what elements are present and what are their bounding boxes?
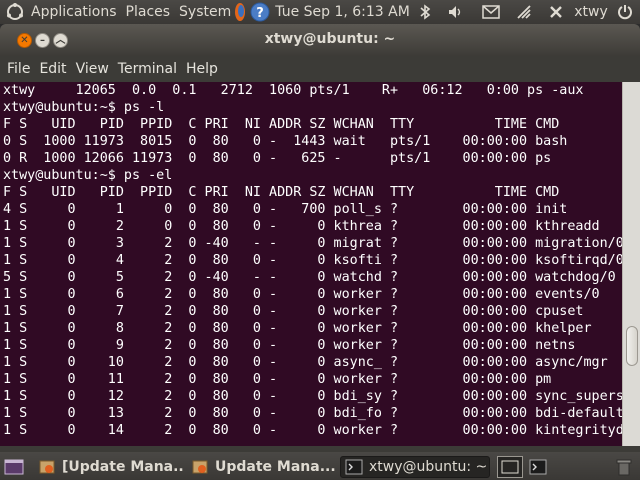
terminal-lines: xtwy 12065 0.0 0.1 2712 1060 pts/1 R+ 06…: [0, 82, 622, 439]
terminal-line: 5 S 0 5 2 0 -40 - - 0 watchd ? 00:00:00 …: [3, 270, 616, 285]
taskbar-item-label: xtwy@ubuntu: ~: [369, 459, 488, 475]
taskbar-item-update-manager-1[interactable]: [Update Mana...: [34, 456, 184, 478]
terminal-line: 1 S 0 13 2 0 80 0 - 0 bdi_fo ? 00:00:00 …: [3, 406, 622, 421]
terminal-line: 1 S 0 10 2 0 80 0 - 0 async_ ? 00:00:00 …: [3, 355, 608, 370]
menu-terminal[interactable]: Terminal: [118, 61, 177, 77]
taskbar-item-update-manager-2[interactable]: Update Mana...: [187, 456, 337, 478]
power-icon[interactable]: [614, 1, 636, 23]
terminal-line: xtwy@ubuntu:~$ ps -l: [3, 100, 165, 115]
window-title: xtwy@ubuntu: ~: [264, 31, 396, 47]
terminal-line: 4 S 0 1 0 0 80 0 - 700 poll_s ? 00:00:00…: [3, 202, 568, 217]
taskbar-item-label: Update Mana...: [215, 459, 336, 475]
menu-view[interactable]: View: [76, 61, 109, 77]
terminal-icon[interactable]: [526, 456, 550, 478]
workspace-icon[interactable]: [497, 456, 523, 478]
menu-system[interactable]: System: [179, 4, 231, 20]
terminal-line: 1 S 0 11 2 0 80 0 - 0 worker ? 00:00:00 …: [3, 372, 552, 387]
terminal-line: xtwy@ubuntu:~$ ps -el: [3, 168, 173, 183]
help-icon[interactable]: ?: [249, 1, 271, 23]
terminal-line: 1 S 0 7 2 0 80 0 - 0 worker ? 00:00:00 c…: [3, 304, 584, 319]
power-icon[interactable]: [546, 1, 566, 23]
network-icon[interactable]: [513, 1, 535, 23]
terminal-line: F S UID PID PPID C PRI NI ADDR SZ WCHAN …: [3, 185, 560, 200]
top-panel: Applications Places System ? Tue Sep 1, …: [0, 0, 640, 24]
terminal-window: ✕ – ︿ xtwy@ubuntu: ~ File Edit View Term…: [0, 24, 640, 452]
svg-text:?: ?: [256, 6, 264, 21]
menu-applications[interactable]: Applications: [31, 4, 117, 20]
taskbar-item-label: [Update Mana...: [62, 459, 184, 475]
show-desktop-icon[interactable]: [2, 456, 26, 478]
terminal-output[interactable]: xtwy 12065 0.0 0.1 2712 1060 pts/1 R+ 06…: [0, 82, 622, 446]
terminal-line: F S UID PID PPID C PRI NI ADDR SZ WCHAN …: [3, 117, 560, 132]
terminal-line: 1 S 0 4 2 0 80 0 - 0 ksofti ? 00:00:00 k…: [3, 253, 622, 268]
trash-icon[interactable]: [612, 456, 636, 478]
menu-edit[interactable]: Edit: [39, 61, 66, 77]
bluetooth-icon[interactable]: [416, 1, 434, 23]
terminal-line: 1 S 0 2 0 0 80 0 - 0 kthrea ? 00:00:00 k…: [3, 219, 600, 234]
window-titlebar[interactable]: ✕ – ︿ xtwy@ubuntu: ~: [0, 24, 640, 56]
clock[interactable]: Tue Sep 1, 6:13 AM: [275, 4, 410, 20]
volume-icon[interactable]: [446, 1, 466, 23]
menu-file[interactable]: File: [7, 61, 30, 77]
terminal-line: 1 S 0 3 2 0 -40 - - 0 migrat ? 00:00:00 …: [3, 236, 622, 251]
scrollbar-thumb[interactable]: [626, 326, 638, 366]
terminal-line: 1 S 0 6 2 0 80 0 - 0 worker ? 00:00:00 e…: [3, 287, 600, 302]
taskbar-item-terminal[interactable]: xtwy@ubuntu: ~: [340, 456, 490, 478]
terminal-line: 1 S 0 14 2 0 80 0 - 0 worker ? 00:00:00 …: [3, 423, 622, 438]
update-manager-icon: [38, 458, 56, 476]
bottom-panel: [Update Mana... Update Mana... xtwy@ubun…: [0, 452, 640, 480]
mail-icon[interactable]: [480, 1, 502, 23]
terminal-line: 1 S 0 12 2 0 80 0 - 0 bdi_sy ? 00:00:00 …: [3, 389, 622, 404]
terminal-line: 1 S 0 8 2 0 80 0 - 0 worker ? 00:00:00 k…: [3, 321, 592, 336]
terminal-line: 1 S 0 9 2 0 80 0 - 0 worker ? 00:00:00 n…: [3, 338, 576, 353]
terminal-scrollbar[interactable]: [622, 82, 640, 446]
update-manager-icon: [191, 458, 209, 476]
terminal-line: 0 R 1000 12066 11973 0 80 0 - 625 - pts/…: [3, 151, 552, 166]
firefox-icon[interactable]: [233, 1, 247, 23]
menu-help[interactable]: Help: [186, 61, 218, 77]
terminal-line: xtwy 12065 0.0 0.1 2712 1060 pts/1 R+ 06…: [3, 83, 584, 98]
terminal-line: 0 S 1000 11973 8015 0 80 0 - 1443 wait p…: [3, 134, 568, 149]
window-menubar: File Edit View Terminal Help: [0, 56, 640, 82]
menu-places[interactable]: Places: [126, 4, 171, 20]
user-menu[interactable]: xtwy: [571, 1, 611, 23]
terminal-icon: [345, 458, 363, 476]
ubuntu-logo-icon[interactable]: [4, 1, 26, 23]
